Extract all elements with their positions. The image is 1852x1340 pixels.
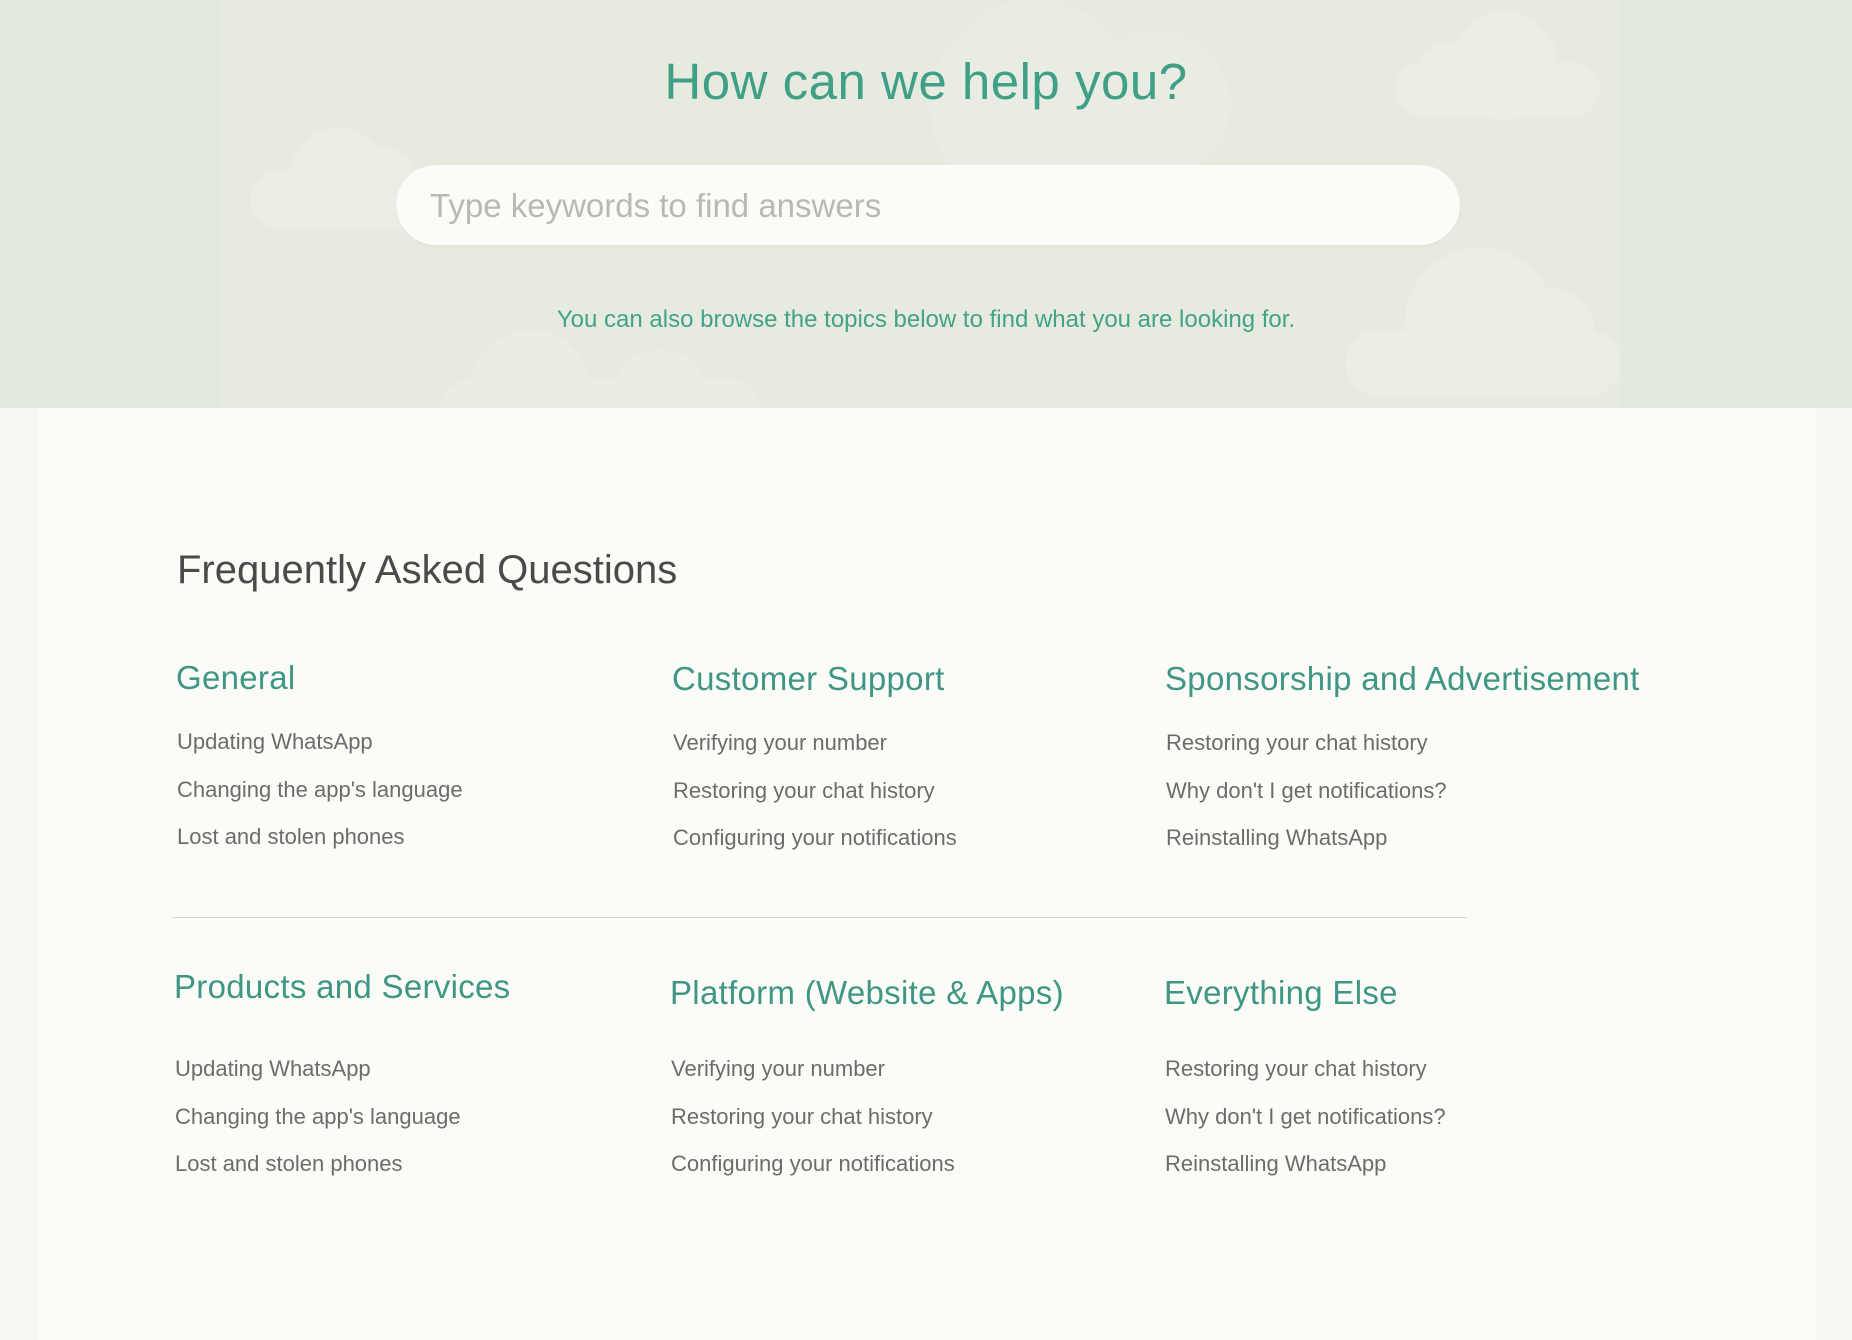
question-link[interactable]: Reinstalling WhatsApp xyxy=(1166,825,1447,873)
search-input[interactable] xyxy=(428,165,1432,247)
category-title[interactable]: Sponsorship and Advertisement xyxy=(1165,660,1645,698)
question-link[interactable]: Restoring your chat history xyxy=(673,778,957,826)
question-list: Restoring your chat history Why don't I … xyxy=(1165,1056,1446,1199)
question-list: Verifying your number Restoring your cha… xyxy=(671,1056,955,1199)
faq-heading: Frequently Asked Questions xyxy=(177,548,678,592)
category-title[interactable]: Everything Else xyxy=(1164,974,1644,1012)
section-divider xyxy=(172,917,1467,918)
hero-title: How can we help you? xyxy=(664,53,1188,110)
hero-banner: How can we help you? You can also browse… xyxy=(0,0,1852,408)
faq-category-sponsorship: Sponsorship and Advertisement Restoring … xyxy=(1165,660,1645,850)
question-link[interactable]: Changing the app's language xyxy=(175,1104,461,1152)
question-link[interactable]: Why don't I get notifications? xyxy=(1165,1104,1446,1152)
category-title[interactable]: Customer Support xyxy=(672,660,1152,698)
category-title[interactable]: Products and Services xyxy=(174,968,654,1006)
question-list: Verifying your number Restoring your cha… xyxy=(673,730,957,873)
question-link[interactable]: Updating WhatsApp xyxy=(175,1056,461,1104)
question-link[interactable]: Reinstalling WhatsApp xyxy=(1165,1151,1446,1199)
question-link[interactable]: Restoring your chat history xyxy=(671,1104,955,1152)
question-list: Updating WhatsApp Changing the app's lan… xyxy=(175,1056,461,1199)
cloud-decoration xyxy=(440,330,760,408)
faq-category-platform: Platform (Website & Apps) Verifying your… xyxy=(670,974,1150,1176)
question-link[interactable]: Verifying your number xyxy=(673,730,957,778)
question-list: Updating WhatsApp Changing the app's lan… xyxy=(177,729,463,872)
question-link[interactable]: Configuring your notifications xyxy=(673,825,957,873)
faq-category-products-services: Products and Services Updating WhatsApp … xyxy=(174,968,654,1176)
search-box[interactable] xyxy=(396,165,1460,247)
question-link[interactable]: Configuring your notifications xyxy=(671,1151,955,1199)
category-title[interactable]: Platform (Website & Apps) xyxy=(670,974,1150,1012)
question-link[interactable]: Lost and stolen phones xyxy=(175,1151,461,1199)
cloud-decoration xyxy=(1345,248,1620,398)
question-list: Restoring your chat history Why don't I … xyxy=(1166,730,1447,873)
question-link[interactable]: Restoring your chat history xyxy=(1165,1056,1446,1104)
category-title[interactable]: General xyxy=(176,659,656,697)
faq-category-everything-else: Everything Else Restoring your chat hist… xyxy=(1164,974,1644,1176)
faq-category-general: General Updating WhatsApp Changing the a… xyxy=(176,659,656,849)
question-link[interactable]: Restoring your chat history xyxy=(1166,730,1447,778)
question-link[interactable]: Lost and stolen phones xyxy=(177,824,463,872)
question-link[interactable]: Verifying your number xyxy=(671,1056,955,1104)
question-link[interactable]: Changing the app's language xyxy=(177,777,463,825)
question-link[interactable]: Updating WhatsApp xyxy=(177,729,463,777)
question-link[interactable]: Why don't I get notifications? xyxy=(1166,778,1447,826)
faq-category-customer-support: Customer Support Verifying your number R… xyxy=(672,660,1152,850)
browse-note: You can also browse the topics below to … xyxy=(556,306,1296,333)
